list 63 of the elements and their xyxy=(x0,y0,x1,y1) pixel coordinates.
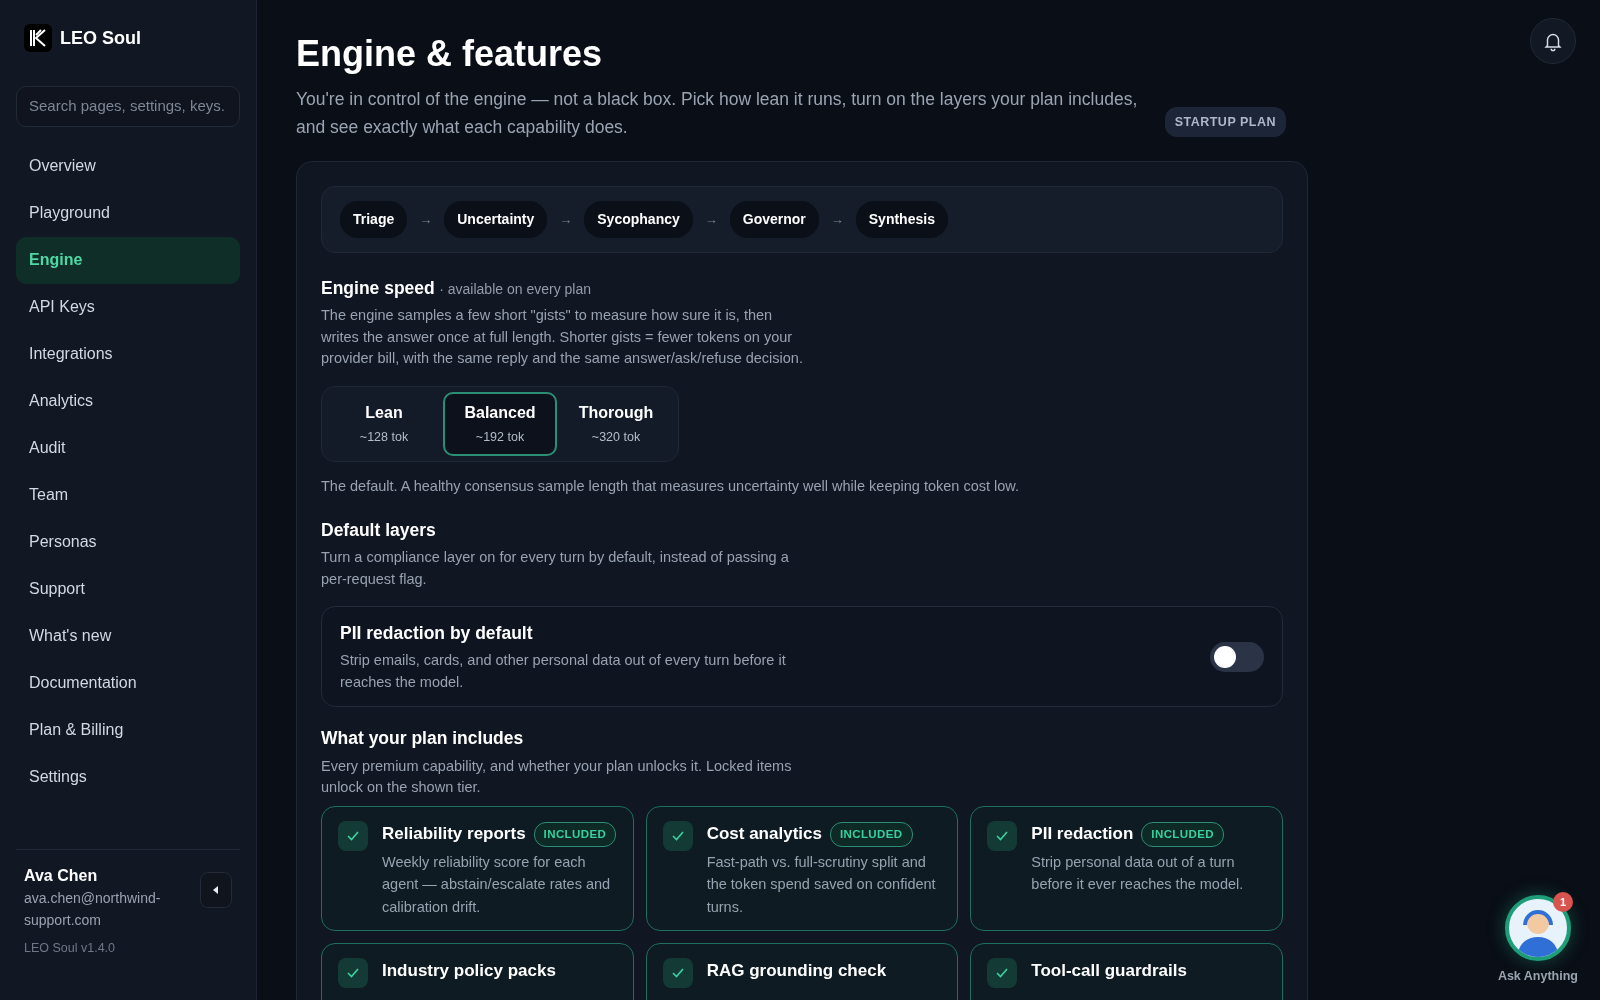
nav-item[interactable]: API Keys xyxy=(16,283,240,331)
section-description: The engine samples a few short "gists" to measure how sure it is, then writes the answer once at full length. Shorter gists = fewer tokens on your provider bill, with the same reply and the same answer/ask/refuse decision. xyxy=(321,306,804,369)
pipeline-stage: Synthesis xyxy=(855,201,948,239)
speed-option[interactable]: Thorough ~320 tok xyxy=(559,391,673,456)
page-title: Engine & features xyxy=(296,32,603,76)
nav-item[interactable]: What's new xyxy=(16,612,240,660)
layer-description: Strip emails, cards, and other personal data out of every turn before it reaches the model. xyxy=(340,651,787,692)
feature-description: Fast-path vs. full-scrutiny split and the token spend saved on confident turns. xyxy=(706,852,937,917)
feature-title: Reliability reports xyxy=(382,823,526,846)
arrow-label: → xyxy=(419,210,433,229)
feature-title: Industry policy packs xyxy=(382,960,556,983)
arrow-label: → xyxy=(830,210,844,229)
plan-badge: STARTUP PLAN xyxy=(1164,107,1286,138)
section-description: Turn a compliance layer on for every turn by default, instead of passing a per-request flag. xyxy=(321,548,790,589)
nav-item[interactable]: Analytics xyxy=(16,377,240,425)
version-label: LEO Soul v1.4.0 xyxy=(24,940,117,958)
nav-item[interactable]: Integrations xyxy=(16,330,240,378)
notifications-button[interactable] xyxy=(1530,18,1576,64)
included-badge: INCLUDED xyxy=(829,821,913,847)
section-description: Every premium capability, and whether your plan unlocks it. Locked items unlock on the shown tier. xyxy=(321,756,793,797)
assistant-label: Ask Anything xyxy=(1497,968,1578,986)
speed-option[interactable]: Lean ~128 tok xyxy=(327,391,441,456)
nav-item[interactable]: Plan & Billing xyxy=(16,706,240,754)
section-title: Engine speed xyxy=(321,278,435,299)
feature-description: Strip personal data out of a turn before it ever reaches the model. xyxy=(1031,852,1245,895)
section-title: Default layers xyxy=(321,519,437,542)
arrow-label: → xyxy=(704,210,718,229)
nav-item[interactable]: Playground xyxy=(16,189,240,237)
pipeline-stage: Sycophancy xyxy=(584,201,693,239)
notification-count: 1 xyxy=(1552,892,1573,913)
nav-item[interactable]: Support xyxy=(16,565,240,613)
search-field[interactable]: Search pages, settings, keys. xyxy=(16,86,240,127)
nav-item[interactable]: Settings xyxy=(16,753,240,801)
layer-title: PII redaction by default xyxy=(340,622,534,646)
pipeline-stage: Triage xyxy=(340,201,408,239)
pipeline-stage: Governor xyxy=(729,201,819,239)
brand-name: LEO Soul xyxy=(60,26,141,50)
feature-title: PII redaction xyxy=(1031,823,1134,846)
nav-item[interactable]: Team xyxy=(16,471,240,519)
speed-description: The default. A healthy consensus sample length that measures uncertainty well while keeping token cost low. xyxy=(321,476,1021,496)
feature-title: Cost analytics xyxy=(706,823,822,846)
feature-description: Weekly reliability score for each agent — abstain/escalate rates and calibration drift. xyxy=(382,852,612,917)
nav-item[interactable]: Audit xyxy=(16,424,240,472)
page-description: You're in control of the engine — not a black box. Pick how lean it runs, turn on the layers your plan includes, and see exactly what each capability does. xyxy=(296,88,1139,140)
toggle-switch[interactable] xyxy=(1210,641,1264,672)
user-email: ava.chen@northwind-support.com xyxy=(24,888,162,930)
user-name: Ava Chen xyxy=(24,865,99,886)
nav-item[interactable]: Personas xyxy=(16,518,240,566)
nav-item[interactable]: Documentation xyxy=(16,659,240,707)
section-title: What your plan includes xyxy=(321,727,525,751)
speed-option[interactable]: Balanced ~192 tok xyxy=(443,391,557,456)
collapse-icon xyxy=(213,885,219,894)
nav-item[interactable]: Overview xyxy=(16,142,240,190)
feature-title: RAG grounding check xyxy=(706,960,887,983)
included-badge: INCLUDED xyxy=(533,821,617,847)
pipeline-stage: Uncertainty xyxy=(444,201,548,239)
nav-item[interactable]: Engine xyxy=(16,236,240,284)
assistant-avatar[interactable] xyxy=(1504,895,1571,962)
section-note: · available on every plan xyxy=(439,281,591,298)
arrow-label: → xyxy=(559,210,573,229)
feature-title: Tool-call guardrails xyxy=(1031,960,1187,983)
included-badge: INCLUDED xyxy=(1141,821,1224,847)
logo-icon xyxy=(24,24,52,52)
